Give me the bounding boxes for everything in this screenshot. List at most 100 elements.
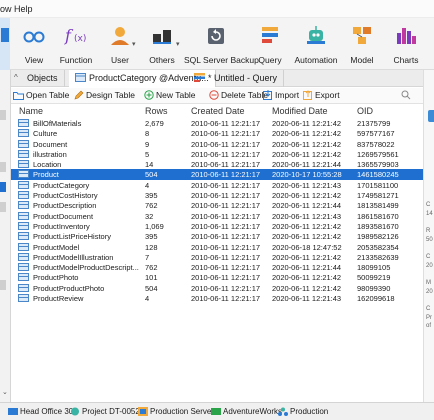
toolbar-backup-button[interactable]: SQL Server Backup <box>184 18 259 70</box>
status-server[interactable]: Production Server <box>138 407 214 416</box>
column-header-modified[interactable]: Modified Date <box>272 106 328 116</box>
table-row[interactable]: Document 9 2010-06-11 12:21:17 2020-06-11 1… <box>11 139 423 149</box>
table-name: ProductCategory <box>33 180 90 190</box>
status-connection[interactable]: Head Office 305 <box>8 407 78 416</box>
table-icon <box>18 201 29 210</box>
toolbar-view-button[interactable]: View <box>14 18 54 70</box>
table-row[interactable]: ProductModelProductDescript... 762 2010-06… <box>11 262 423 272</box>
table-row[interactable]: ProductDocument 32 2010-06-11 12:21:17 2020… <box>11 211 423 221</box>
table-row[interactable]: ProductReview 4 2010-06-11 12:21:17 2020-06… <box>11 293 423 303</box>
toolbar-model-button[interactable]: Model <box>342 18 382 70</box>
table-oid: 1701581100 <box>357 180 399 190</box>
table-rows: 5 <box>145 149 150 159</box>
info-text: C <box>426 202 431 208</box>
table-row[interactable]: ProductListPriceHistory 395 2010-06-11 12:… <box>11 231 423 241</box>
toolbar-function-button[interactable]: f (x) Function <box>56 18 96 70</box>
toolbar-user-button[interactable]: ▾ User <box>100 18 140 70</box>
table-modified-date: 2020-06-11 12:21:42 <box>272 283 342 293</box>
table-row[interactable]: ProductCategory 4 2010-06-11 12:21:17 2020-… <box>11 180 423 190</box>
table-icon <box>18 180 29 189</box>
table-rows: 504 <box>145 170 158 180</box>
table-icon <box>18 119 29 127</box>
search-icon-glyph <box>401 90 411 100</box>
table-oid: 1989582126 <box>357 232 399 242</box>
import-icon <box>263 90 272 100</box>
new-table-button[interactable]: New Table <box>144 90 196 100</box>
nav-marker <box>0 202 6 212</box>
delete-table-button[interactable]: Delete Table <box>209 90 268 100</box>
automation-label: Automation <box>294 55 338 65</box>
database-icon <box>211 408 221 415</box>
navigation-pane[interactable]: ⌄ <box>0 70 11 402</box>
table-rows: 8 <box>145 129 150 139</box>
toolbar-others-button[interactable]: ▾ Others <box>140 18 184 70</box>
table-rows: 762 <box>145 201 158 211</box>
column-header-name[interactable]: Name <box>19 106 43 116</box>
menu-window[interactable]: ow <box>0 4 12 14</box>
table-row[interactable]: ProductDescription 762 2010-06-11 12:21:17… <box>11 200 423 210</box>
table-created-date: 2010-06-11 12:21:17 <box>191 191 261 201</box>
table-icon <box>18 139 29 148</box>
chevron-up-icon[interactable]: ^ <box>14 73 18 82</box>
table-row[interactable]: ProductPhoto 101 2010-06-11 12:21:17 2020-0… <box>11 272 423 282</box>
table-row[interactable]: BillOfMaterials 2,679 2010-06-11 12:21:17 2… <box>11 118 423 128</box>
status-project[interactable]: Project DT-0052 <box>70 407 140 416</box>
view-label: View <box>24 55 44 65</box>
scroll-down-icon[interactable]: ⌄ <box>2 388 8 396</box>
table-row[interactable]: Culture 8 2010-06-11 12:21:17 2020-06-11 12… <box>11 128 423 138</box>
svg-text:f: f <box>64 26 74 45</box>
info-text: C <box>426 254 431 260</box>
table-oid: 2133582639 <box>357 252 399 262</box>
table-icon <box>428 110 434 122</box>
table-header: Name Rows Created Date Modified Date OID <box>11 104 423 118</box>
table-row[interactable]: ProductModel 128 2010-06-11 12:21:17 2020-0… <box>11 242 423 252</box>
table-row[interactable]: Location 14 2010-06-11 12:21:17 2020-06-11 … <box>11 159 423 169</box>
design-table-button[interactable]: Design Table <box>74 90 135 100</box>
table-oid: 98099390 <box>357 283 391 293</box>
toolbar-partial-button[interactable] <box>0 18 10 70</box>
tab-objects[interactable]: Objects <box>21 70 65 87</box>
status-database[interactable]: AdventureWorks <box>211 407 282 416</box>
table-modified-date: 2020-06-18 12:47:52 <box>272 242 342 252</box>
toolbar-automation-button[interactable]: Automation <box>290 18 342 70</box>
table-icon <box>18 294 29 303</box>
table-oid: 18099105 <box>357 263 391 273</box>
toolbar-query-button[interactable]: Query <box>254 18 286 70</box>
user-label: User <box>111 55 129 65</box>
status-schema[interactable]: Production <box>278 407 328 416</box>
table-icon <box>1 28 9 42</box>
table-row[interactable]: Product 504 2010-06-11 12:21:17 2020-10-17 … <box>11 169 423 180</box>
column-header-created[interactable]: Created Date <box>191 106 245 116</box>
table-created-date: 2010-06-11 12:21:17 <box>191 160 261 170</box>
table-created-date: 2010-06-11 12:21:17 <box>191 221 261 231</box>
table-created-date: 2010-06-11 12:21:17 <box>191 252 261 262</box>
table-icon <box>18 129 29 138</box>
import-button[interactable]: Import <box>263 90 299 100</box>
status-label: Production <box>290 407 329 416</box>
status-bar: Head Office 305 Project DT-0052 Producti… <box>0 402 434 420</box>
table-created-date: 2010-06-11 12:21:17 <box>191 119 261 128</box>
table-row[interactable]: ProductProductPhoto 504 2010-06-11 12:21:1… <box>11 283 423 293</box>
table-row[interactable]: ProductCostHistory 395 2010-06-11 12:21:17… <box>11 190 423 200</box>
column-header-rows[interactable]: Rows <box>145 106 168 116</box>
export-button[interactable]: Export <box>303 90 340 100</box>
table-created-date: 2010-06-11 12:21:17 <box>191 242 261 252</box>
table-modified-date: 2020-06-11 12:21:42 <box>272 221 342 231</box>
menu-help[interactable]: Help <box>14 4 33 14</box>
column-header-oid[interactable]: OID <box>357 106 373 116</box>
table-oid: 597577167 <box>357 129 395 139</box>
table-row[interactable]: ProductInventory 1,069 2010-06-11 12:21:17… <box>11 221 423 231</box>
server-icon <box>138 407 148 416</box>
table-icon <box>18 263 29 272</box>
table-row[interactable]: illustration 5 2010-06-11 12:21:17 2020-06-… <box>11 149 423 159</box>
others-label: Others <box>149 55 175 65</box>
toolbar-charts-button[interactable]: Charts <box>386 18 426 70</box>
table-icon <box>18 242 29 251</box>
charts-label: Charts <box>393 55 419 65</box>
table-row[interactable]: ProductModelIllustration 7 2010-06-11 12:2… <box>11 252 423 262</box>
open-table-button[interactable]: Open Table <box>13 90 69 100</box>
table-oid: 2053582354 <box>357 242 399 252</box>
tab-untitled-query[interactable]: * Untitled - Query <box>188 70 285 87</box>
search-icon[interactable] <box>401 90 413 100</box>
table-name: ProductCostHistory <box>33 191 98 201</box>
